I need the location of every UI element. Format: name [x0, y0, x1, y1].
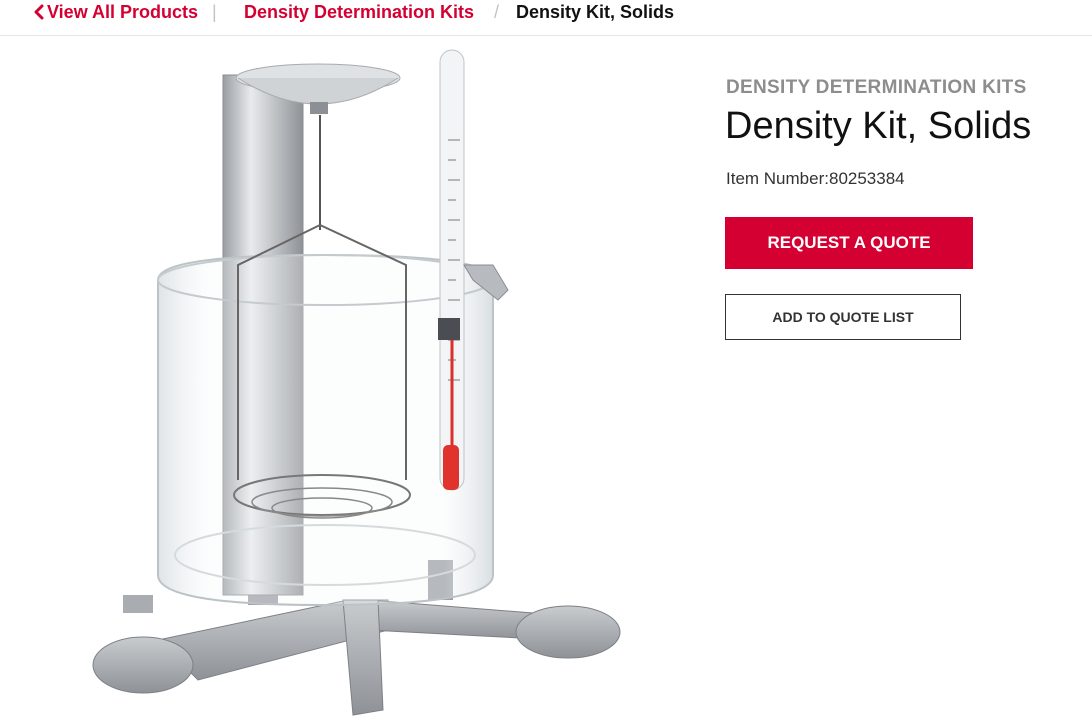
item-number: Item Number:80253384 — [726, 169, 905, 189]
item-number-value: 80253384 — [828, 169, 905, 188]
breadcrumb-current-page: Density Kit, Solids — [516, 2, 675, 22]
chevron-left-icon[interactable] — [33, 1, 45, 23]
request-quote-button[interactable]: REQUEST A QUOTE — [725, 217, 973, 269]
product-category: DENSITY DETERMINATION KITS — [726, 77, 1027, 98]
breadcrumb: View All Products | Density Determinatio… — [0, 0, 1092, 36]
breadcrumb-divider: | — [212, 2, 217, 22]
breadcrumb-separator: / — [494, 2, 500, 22]
add-to-quote-list-button[interactable]: ADD TO QUOTE LIST — [725, 294, 961, 340]
product-image — [92, 49, 621, 716]
item-number-label: Item Number: — [726, 169, 829, 188]
breadcrumb-density-determination-kits[interactable]: Density Determination Kits — [244, 1, 474, 23]
product-title: Density Kit, Solids — [725, 105, 1032, 147]
breadcrumb-view-all-products[interactable]: View All Products — [47, 1, 198, 23]
